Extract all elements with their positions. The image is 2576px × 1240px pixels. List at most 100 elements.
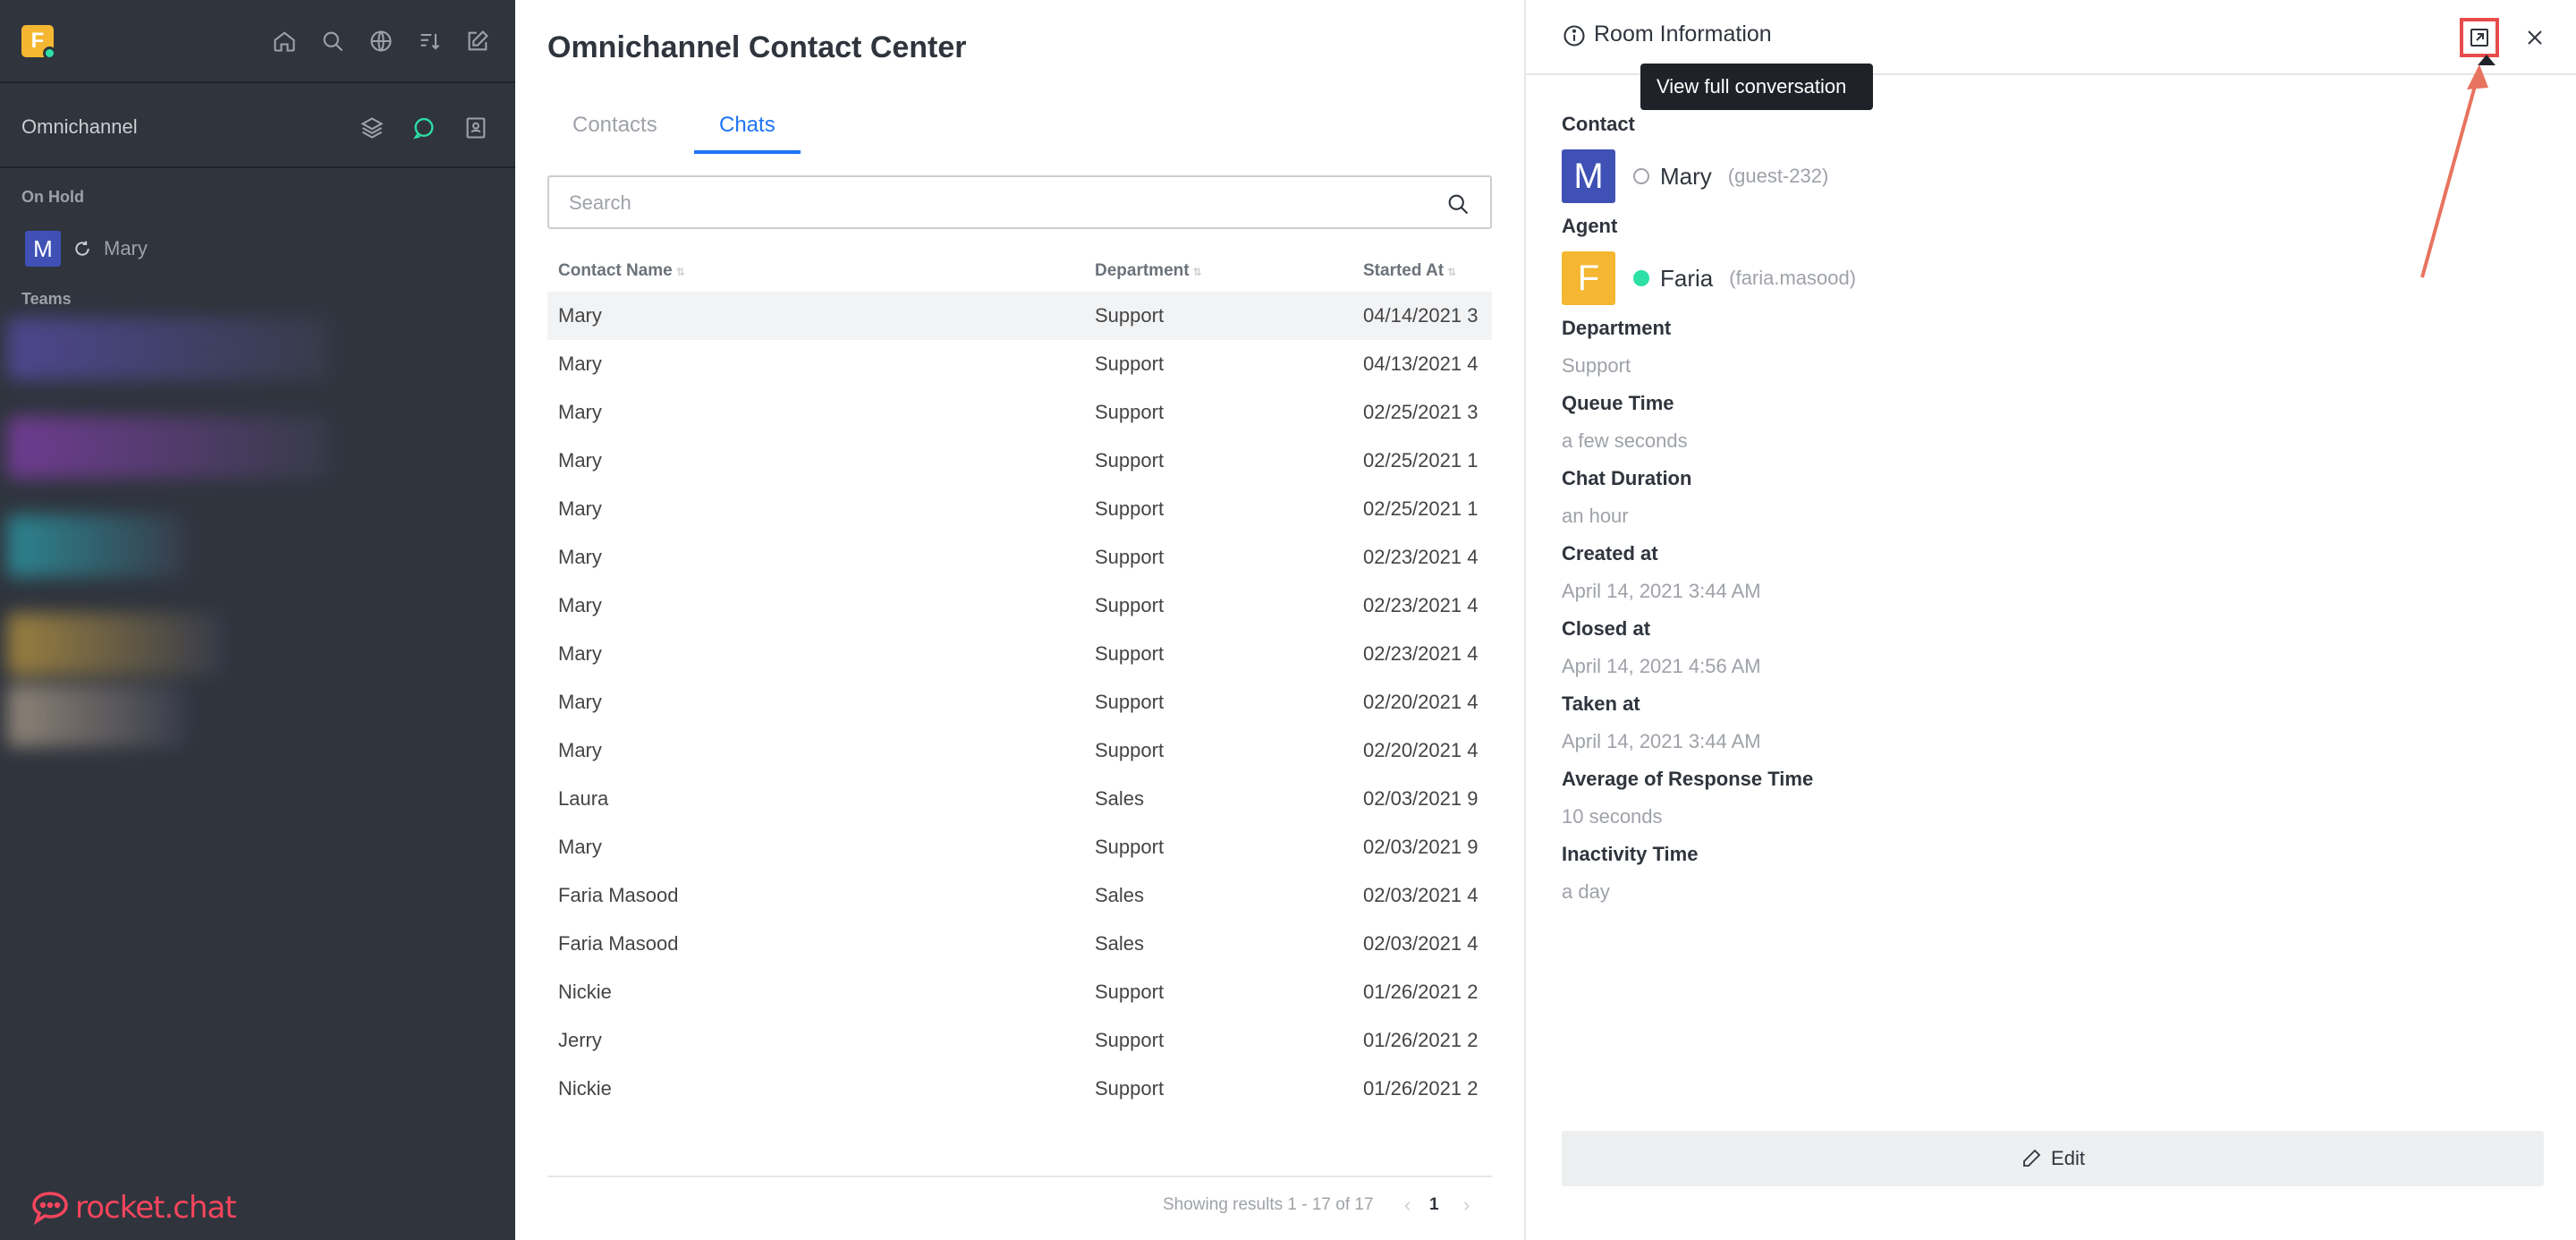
department-cell: Support — [1095, 546, 1165, 568]
table-row[interactable]: Mary Support 02/03/2021 9 — [547, 823, 1492, 871]
started-at-cell: 02/23/2021 4 — [1363, 642, 1479, 665]
department-cell: Sales — [1095, 932, 1145, 955]
table-row[interactable]: Mary Support 02/25/2021 1 — [547, 485, 1492, 533]
department-cell: Support — [1095, 594, 1165, 616]
edit-button[interactable]: Edit — [1562, 1131, 2544, 1186]
started-at-cell: 02/03/2021 4 — [1363, 932, 1479, 955]
agent-username: (faria.masood) — [1729, 267, 1857, 289]
search-icon[interactable] — [1445, 191, 1470, 217]
close-icon — [2528, 30, 2542, 45]
page-title: Omnichannel Contact Center — [547, 30, 967, 64]
view-full-conversation-tooltip: View full conversation — [1640, 64, 1873, 110]
sidebar-header: F — [0, 0, 515, 83]
contact-label: Contact — [1562, 113, 1635, 135]
sort-icon: ⇅ — [1192, 266, 1202, 278]
info-icon — [1563, 25, 1585, 47]
rocket-chat-logo-icon — [32, 1192, 68, 1226]
tab-contacts[interactable]: Contacts — [547, 107, 682, 154]
table-row[interactable]: Mary Support 04/14/2021 3 — [547, 292, 1492, 340]
table-row[interactable]: Mary Support 02/20/2021 4 — [547, 678, 1492, 726]
column-header-started-at[interactable]: Started At ⇅ — [1363, 261, 1492, 281]
agent-label: Agent — [1562, 215, 1618, 237]
created-at-value: April 14, 2021 3:44 AM — [1562, 580, 1761, 602]
column-header-contact-name[interactable]: Contact Name ⇅ — [558, 261, 685, 281]
chat-duration-label: Chat Duration — [1562, 467, 1692, 489]
started-at-cell: 01/26/2021 2 — [1363, 1077, 1479, 1100]
chevron-right-icon[interactable]: › — [1463, 1193, 1470, 1217]
average-of-response-time-value: 10 seconds — [1562, 805, 1663, 828]
table-row[interactable]: Mary Support 02/23/2021 4 — [547, 582, 1492, 630]
view-full-conversation-button[interactable] — [2460, 18, 2499, 57]
started-at-cell: 02/20/2021 4 — [1363, 691, 1479, 713]
table-row[interactable]: Faria Masood Sales 02/03/2021 4 — [547, 920, 1492, 968]
column-header-department[interactable]: Department ⇅ — [1095, 261, 1202, 281]
department-cell: Support — [1095, 739, 1165, 761]
taken-at-label: Taken at — [1562, 692, 1640, 715]
started-at-cell: 02/25/2021 3 — [1363, 401, 1479, 423]
inactivity-time-value: a day — [1562, 880, 1610, 903]
contact-name-cell: Jerry — [558, 1029, 602, 1051]
search-input[interactable] — [569, 190, 1428, 217]
contacts-book-icon[interactable] — [460, 110, 492, 146]
table-row[interactable]: Mary Support 02/25/2021 3 — [547, 388, 1492, 437]
sort-icon[interactable] — [413, 23, 445, 59]
directory-globe-icon[interactable] — [365, 23, 397, 59]
started-at-cell: 01/26/2021 2 — [1363, 981, 1479, 1003]
sidebar: F Omnichannel On Hold M Mary Teams rocke… — [0, 0, 515, 1240]
table-row[interactable]: Nickie Support 01/26/2021 2 — [547, 968, 1492, 1016]
table-row[interactable]: Nickie Support 01/26/2021 2 — [547, 1065, 1492, 1113]
started-at-cell: 02/20/2021 4 — [1363, 739, 1479, 761]
table-row[interactable]: Mary Support 02/23/2021 4 — [547, 630, 1492, 678]
page-number[interactable]: 1 — [1429, 1195, 1439, 1215]
annotation-arrow-icon — [2420, 64, 2488, 278]
contact-info[interactable]: M Mary (guest-232) — [1562, 149, 1828, 203]
edit-label: Edit — [2051, 1147, 2085, 1169]
queue-stack-icon[interactable] — [356, 110, 388, 146]
table-row[interactable]: Mary Support 04/13/2021 4 — [547, 340, 1492, 388]
contact-username: (guest-232) — [1727, 165, 1829, 187]
agent-info[interactable]: F Faria (faria.masood) — [1562, 251, 1856, 305]
table-row[interactable]: Jerry Support 01/26/2021 2 — [547, 1016, 1492, 1065]
sort-icon: ⇅ — [675, 266, 685, 278]
on-hold-section-label: On Hold — [21, 188, 84, 206]
close-button[interactable] — [2519, 21, 2551, 54]
department-cell: Sales — [1095, 884, 1145, 906]
started-at-cell: 02/03/2021 4 — [1363, 884, 1479, 906]
contact-name-cell: Mary — [558, 691, 602, 713]
started-at-cell: 02/23/2021 4 — [1363, 546, 1479, 568]
contact-name-cell: Faria Masood — [558, 932, 679, 955]
table-row[interactable]: Mary Support 02/20/2021 4 — [547, 726, 1492, 775]
chevron-left-icon[interactable]: ‹ — [1404, 1193, 1411, 1217]
created-at-label: Created at — [1562, 542, 1658, 565]
tab-chats[interactable]: Chats — [694, 107, 801, 154]
department-label: Department — [1562, 317, 1672, 339]
department-cell: Support — [1095, 352, 1165, 375]
started-at-cell: 01/26/2021 2 — [1363, 1029, 1479, 1051]
pagination: Showing results 1 - 17 of 17 ‹ 1 › — [547, 1193, 1492, 1222]
create-new-icon[interactable] — [462, 23, 494, 59]
started-at-cell: 02/25/2021 1 — [1363, 497, 1479, 520]
contact-avatar: M — [1562, 149, 1615, 203]
agent-avatar: F — [1562, 251, 1615, 305]
department-cell: Support — [1095, 449, 1165, 471]
rocket-chat-brand: rocket.chat — [30, 1190, 237, 1226]
table-row[interactable]: Laura Sales 02/03/2021 9 — [547, 775, 1492, 823]
average-of-response-time-label: Average of Response Time — [1562, 768, 1814, 790]
brand-wordmark: rocket.chat — [75, 1190, 237, 1226]
contact-name-cell: Mary — [558, 304, 602, 327]
department-cell: Support — [1095, 981, 1165, 1003]
table-row[interactable]: Faria Masood Sales 02/03/2021 4 — [547, 871, 1492, 920]
home-icon[interactable] — [268, 23, 301, 59]
contact-center-chat-icon[interactable] — [408, 110, 440, 146]
inactivity-time-label: Inactivity Time — [1562, 843, 1699, 865]
sidebar-room-mary[interactable]: M Mary — [25, 231, 148, 267]
department-cell: Support — [1095, 304, 1165, 327]
table-row[interactable]: Mary Support 02/25/2021 1 — [547, 437, 1492, 485]
pencil-icon — [2023, 1149, 2041, 1167]
contact-name-cell: Mary — [558, 642, 602, 665]
taken-at-value: April 14, 2021 3:44 AM — [1562, 730, 1761, 752]
search-field[interactable] — [547, 175, 1492, 229]
table-body: Mary Support 04/14/2021 3 Mary Support 04/13/… — [547, 292, 1492, 1113]
search-icon[interactable] — [317, 23, 349, 59]
table-row[interactable]: Mary Support 02/23/2021 4 — [547, 533, 1492, 582]
